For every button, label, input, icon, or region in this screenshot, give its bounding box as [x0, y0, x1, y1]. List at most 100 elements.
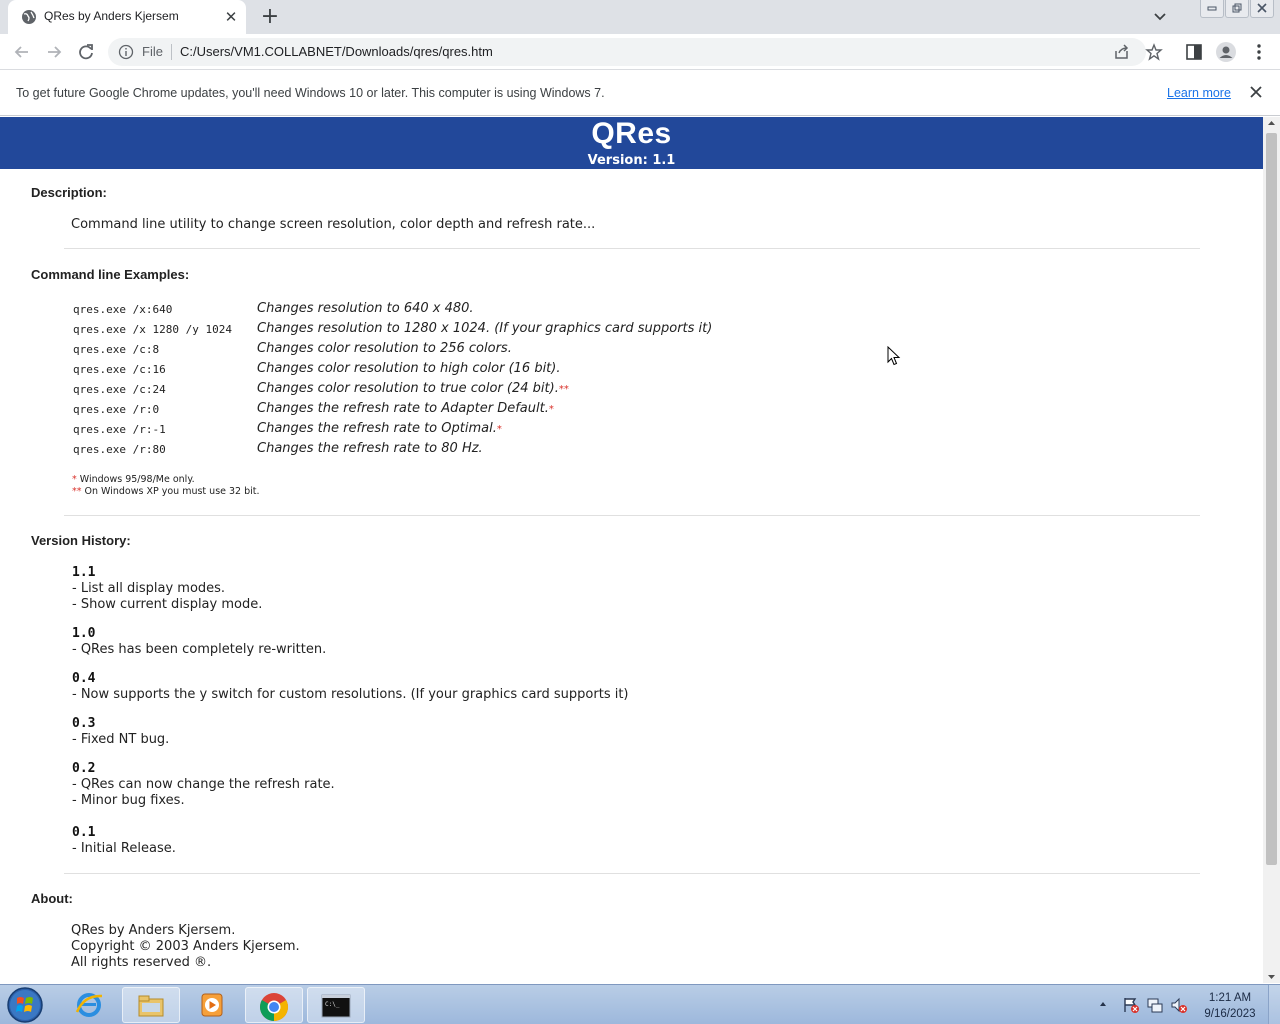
- description-heading: Description:: [31, 185, 107, 200]
- about-heading: About:: [31, 891, 73, 906]
- system-clock[interactable]: 1:21 AM 9/16/2023: [1196, 990, 1264, 1022]
- internet-explorer-icon: [75, 993, 103, 1017]
- header-banner: QRes Version: 1.1: [0, 117, 1263, 169]
- url-text[interactable]: C:/Users/VM1.COLLABNET/Downloads/qres/qr…: [180, 44, 493, 59]
- svg-text:C:\_: C:\_: [325, 1001, 340, 1008]
- example-command: qres.exe /x:640: [73, 303, 173, 316]
- browser-toolbar: File C:/Users/VM1.COLLABNET/Downloads/qr…: [0, 34, 1280, 70]
- example-command: qres.exe /c:16: [73, 363, 166, 376]
- tab-title: QRes by Anders Kjersem: [44, 9, 179, 23]
- bookmark-star-icon[interactable]: [1145, 43, 1163, 61]
- globe-icon: [22, 10, 36, 24]
- scroll-down-arrow-icon[interactable]: [1267, 973, 1276, 981]
- clock-time: 1:21 AM: [1208, 992, 1252, 1004]
- divider: [64, 248, 1200, 249]
- update-infobar: To get future Google Chrome updates, you…: [0, 71, 1280, 116]
- tab-strip: QRes by Anders Kjersem ✕ +: [0, 0, 1280, 34]
- app-title: QRes: [591, 117, 672, 150]
- history-version: 1.1: [72, 565, 96, 580]
- scroll-up-arrow-icon[interactable]: [1267, 119, 1276, 127]
- info-icon[interactable]: [118, 44, 134, 60]
- examples-heading: Command line Examples:: [31, 267, 190, 282]
- action-center-flag-icon[interactable]: [1122, 996, 1140, 1014]
- taskbar-file-explorer[interactable]: [122, 987, 180, 1023]
- example-description: Changes color resolution to high color (…: [257, 361, 561, 376]
- taskbar-media-player[interactable]: [183, 987, 241, 1023]
- example-description: Changes the refresh rate to 80 Hz.: [257, 441, 483, 456]
- example-description: Changes resolution to 640 x 480.: [257, 301, 474, 316]
- history-line: - QRes has been completely re-written.: [72, 642, 327, 657]
- history-line: - Fixed NT bug.: [72, 732, 170, 747]
- example-command: qres.exe /x 1280 /y 1024: [73, 323, 232, 336]
- version-label: Version: 1.1: [587, 153, 676, 168]
- history-line: - QRes can now change the refresh rate.: [72, 777, 335, 792]
- start-button-icon[interactable]: [6, 986, 44, 1024]
- media-player-icon: [201, 993, 223, 1017]
- example-row: qres.exe /x:640 Changes resolution to 64…: [73, 301, 873, 321]
- infobar-close-icon[interactable]: [1246, 82, 1266, 102]
- about-line: QRes by Anders Kjersem.: [71, 923, 236, 938]
- back-arrow-icon[interactable]: [11, 41, 33, 63]
- windows-taskbar: C:\_ 1:21 AM 9/16/2023: [0, 984, 1280, 1024]
- tray-expand-icon[interactable]: [1098, 999, 1108, 1009]
- mouse-cursor-icon: [887, 346, 901, 366]
- history-line: - Show current display mode.: [72, 597, 263, 612]
- profile-avatar-icon[interactable]: [1215, 41, 1237, 63]
- new-tab-button[interactable]: +: [258, 6, 282, 28]
- tab-search-chevron-icon[interactable]: [1150, 8, 1170, 26]
- chrome-icon: [260, 993, 288, 1021]
- history-line: - Initial Release.: [72, 841, 176, 856]
- example-row: qres.exe /c:16 Changes color resolution …: [73, 361, 873, 381]
- example-row: qres.exe /c:24 Changes color resolution …: [73, 381, 873, 401]
- volume-muted-icon[interactable]: [1170, 996, 1188, 1014]
- history-version: 1.0: [72, 626, 96, 641]
- about-line: Copyright © 2003 Anders Kjersem.: [71, 939, 300, 954]
- side-panel-icon[interactable]: [1183, 41, 1205, 63]
- clock-date: 9/16/2023: [1204, 1008, 1256, 1020]
- show-desktop-button[interactable]: [1268, 985, 1280, 1024]
- scheme-label: File: [142, 44, 163, 59]
- example-description: Changes color resolution to 256 colors.: [257, 341, 512, 356]
- example-description: Changes resolution to 1280 x 1024. (If y…: [257, 321, 713, 336]
- browser-tab[interactable]: QRes by Anders Kjersem ✕: [8, 0, 246, 34]
- history-version: 0.2: [72, 761, 96, 776]
- taskbar-chrome[interactable]: [245, 987, 303, 1023]
- menu-dots-icon[interactable]: [1248, 41, 1270, 63]
- history-line: - Now supports the y switch for custom r…: [72, 687, 629, 702]
- example-row: qres.exe /r:0 Changes the refresh rate t…: [73, 401, 873, 421]
- history-heading: Version History:: [31, 533, 131, 548]
- example-description: Changes the refresh rate to Adapter Defa…: [257, 401, 554, 416]
- taskbar-internet-explorer[interactable]: [60, 987, 118, 1023]
- footnote: ** On Windows XP you must use 32 bit.: [72, 486, 260, 497]
- close-window-button[interactable]: [1250, 0, 1274, 18]
- reload-icon[interactable]: [75, 41, 97, 63]
- example-row: qres.exe /c:8 Changes color resolution t…: [73, 341, 873, 361]
- address-bar[interactable]: File C:/Users/VM1.COLLABNET/Downloads/qr…: [108, 38, 1163, 66]
- history-version: 0.4: [72, 671, 96, 686]
- tab-close-icon[interactable]: ✕: [222, 8, 240, 26]
- restore-button[interactable]: [1225, 0, 1249, 18]
- divider: [64, 515, 1200, 516]
- page-viewport: QRes Version: 1.1 Description: Command l…: [0, 117, 1263, 983]
- history-line: - Minor bug fixes.: [72, 793, 185, 808]
- example-row: qres.exe /r:-1 Changes the refresh rate …: [73, 421, 873, 441]
- infobar-message: To get future Google Chrome updates, you…: [16, 86, 605, 100]
- folder-icon: [138, 995, 164, 1017]
- description-text: Command line utility to change screen re…: [71, 217, 596, 232]
- example-command: qres.exe /c:24: [73, 383, 166, 396]
- taskbar-command-prompt[interactable]: C:\_: [307, 987, 365, 1023]
- example-command: qres.exe /r:80: [73, 443, 166, 456]
- learn-more-link[interactable]: Learn more: [1167, 86, 1231, 100]
- example-command: qres.exe /r:-1: [73, 423, 166, 436]
- forward-arrow-icon[interactable]: [43, 41, 65, 63]
- share-icon[interactable]: [1113, 43, 1131, 61]
- vertical-scrollbar[interactable]: [1263, 117, 1280, 983]
- example-row: qres.exe /x 1280 /y 1024 Changes resolut…: [73, 321, 873, 341]
- history-version: 0.3: [72, 716, 96, 731]
- minimize-button[interactable]: [1200, 0, 1224, 18]
- example-description: Changes color resolution to true color (…: [257, 381, 569, 396]
- divider: [64, 873, 1200, 874]
- network-icon[interactable]: [1146, 996, 1164, 1014]
- scrollbar-thumb[interactable]: [1266, 133, 1277, 865]
- example-command: qres.exe /c:8: [73, 343, 160, 356]
